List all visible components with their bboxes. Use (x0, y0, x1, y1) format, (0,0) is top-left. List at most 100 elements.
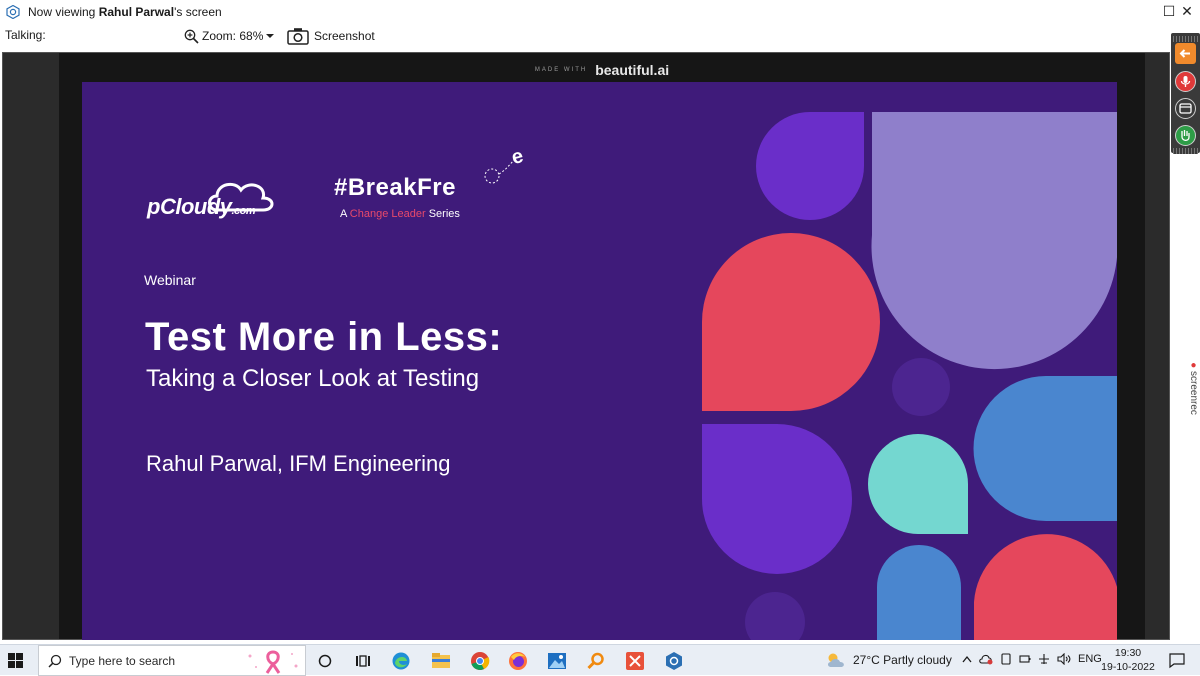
restore-button[interactable]: ☐ (1162, 3, 1176, 19)
panel-grip-top[interactable] (1173, 36, 1198, 42)
notifications-icon[interactable] (1168, 651, 1186, 669)
made-with-banner: MADE WITH beautiful.ai (59, 61, 1145, 79)
window-capture-button[interactable] (1175, 98, 1196, 119)
viewer-toolbar: Talking: Zoom: 68% Screenshot (0, 24, 1200, 50)
app-logo-icon (6, 5, 20, 19)
series-accent: Change Leader (349, 208, 426, 220)
language-indicator[interactable]: ENG (1078, 653, 1102, 665)
presentation-slide: pCloudy.com #BreakFre e A Change Leader … (82, 82, 1117, 640)
slide-subtitle: Taking a Closer Look at Testing (146, 365, 480, 392)
file-explorer-button[interactable] (430, 650, 452, 672)
screenrec-watermark: ●screenrec (1188, 360, 1199, 415)
cloud-sync-icon[interactable] (979, 653, 993, 665)
panel-grip-bottom[interactable] (1173, 148, 1198, 154)
partly-cloudy-icon (828, 653, 844, 667)
exit-arrow-icon (1179, 49, 1190, 58)
airplane-mode-icon[interactable] (1038, 653, 1050, 665)
file-explorer-icon (432, 653, 450, 668)
shape-small-dot (892, 358, 950, 416)
shape-lavender-leaf (871, 112, 1117, 369)
exit-arrow-button[interactable] (1175, 43, 1196, 64)
breakfree-hashtag: #BreakFre (334, 174, 456, 201)
volume-icon[interactable] (1057, 653, 1071, 665)
window-title: Now viewing Rahul Parwal's screen (28, 5, 222, 19)
edge-button[interactable] (390, 650, 412, 672)
shape-blue-right (973, 376, 1117, 521)
beautiful-ai-brand: beautiful.ai (595, 61, 670, 78)
shape-purple-bottom (702, 424, 852, 574)
photos-icon (548, 653, 566, 669)
chevron-down-icon (266, 34, 275, 38)
flying-letter-trail-icon (484, 157, 517, 184)
hand-icon (1181, 130, 1190, 142)
windows-taskbar: Type here to search 27°C Partly cloudy E… (0, 644, 1200, 676)
multitasking-icon (356, 655, 370, 667)
pink-ribbon-icon (248, 650, 298, 674)
firefox-icon (509, 652, 527, 670)
clock-date: 19-10-2022 (1101, 661, 1155, 673)
weather-text: 27°C Partly cloudy (853, 653, 952, 667)
microphone-button[interactable] (1175, 71, 1196, 92)
screenshot-label: Screenshot (314, 29, 375, 43)
viewer-left-margin (3, 53, 59, 639)
microphone-icon (1180, 76, 1191, 87)
series-prefix: A (340, 208, 350, 220)
screenshot-button[interactable]: Screenshot (287, 25, 375, 47)
zoom-dropdown[interactable]: Zoom: 68% (184, 26, 275, 46)
viewer-right-margin (1145, 53, 1169, 639)
title-prefix: Now viewing (28, 5, 99, 19)
series-suffix: Series (425, 208, 460, 220)
pcloudy-suffix: .com (231, 205, 256, 217)
hand-tool-button[interactable] (1175, 125, 1196, 146)
viewer-app-button[interactable] (663, 650, 685, 672)
shape-teal (868, 434, 968, 534)
firefox-button[interactable] (507, 650, 529, 672)
battery-icon[interactable] (1019, 653, 1031, 665)
talking-label: Talking: (5, 28, 46, 42)
slide-title: Test More in Less: (145, 315, 503, 359)
slide-label: Webinar (144, 272, 196, 288)
made-with-label: MADE WITH (534, 66, 588, 73)
photos-button[interactable] (546, 650, 568, 672)
shape-faint-dot (745, 592, 805, 640)
decorative-shapes (702, 112, 1117, 640)
series-line: A Change Leader Series (340, 208, 460, 220)
device-icon[interactable] (1000, 653, 1012, 665)
chevron-up-icon[interactable] (962, 655, 972, 663)
clock-time: 19:30 (1114, 647, 1142, 659)
search-tool-button[interactable] (585, 650, 607, 672)
window-titlebar: Now viewing Rahul Parwal's screen ☐ ✕ (0, 0, 1200, 24)
pcloudy-word: pCloudy (147, 194, 232, 219)
edge-icon (392, 652, 410, 670)
title-username: Rahul Parwal (98, 5, 175, 19)
snip-icon (626, 652, 644, 670)
shape-coral (702, 233, 880, 411)
shape-coral-bottom (974, 534, 1117, 640)
task-view-icon (318, 654, 332, 668)
recording-tool-panel (1171, 33, 1200, 154)
system-tray: ENG (962, 653, 1102, 665)
search-placeholder: Type here to search (69, 654, 176, 668)
weather-widget[interactable]: 27°C Partly cloudy (825, 652, 952, 668)
search-icon (48, 654, 62, 668)
pcloudy-wordmark: pCloudy.com (147, 194, 256, 220)
window-icon (1179, 103, 1192, 114)
slide-presenter: Rahul Parwal, IFM Engineering (146, 451, 451, 476)
shape-purple-top (756, 112, 864, 220)
taskbar-search-box[interactable]: Type here to search (38, 645, 306, 676)
multitasking-button[interactable] (352, 650, 374, 672)
taskbar-clock[interactable]: 19:30 19-10-2022 (1100, 646, 1156, 674)
shape-blue-bottom (877, 545, 961, 640)
zoom-icon (184, 29, 199, 44)
close-button[interactable]: ✕ (1180, 3, 1194, 19)
viewer-app-icon (666, 652, 682, 670)
zoom-label: Zoom: 68% (202, 29, 264, 43)
task-view-button[interactable] (314, 650, 336, 672)
chrome-button[interactable] (469, 650, 491, 672)
snip-button[interactable] (624, 650, 646, 672)
chrome-icon (471, 652, 490, 670)
camera-icon (287, 28, 309, 45)
screenrec-brand: screenrec (1188, 371, 1199, 415)
title-suffix: 's screen (174, 5, 222, 19)
windows-start-icon[interactable] (8, 653, 23, 668)
